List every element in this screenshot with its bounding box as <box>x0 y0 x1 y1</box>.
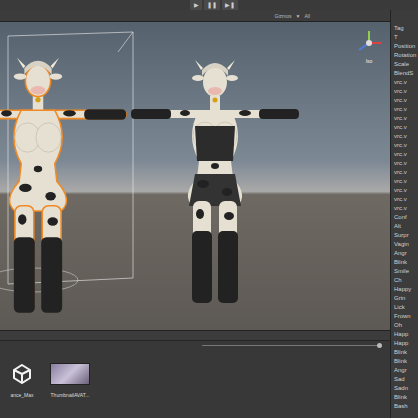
toolbar-button[interactable]: ❚❚ <box>204 0 220 10</box>
inspector-row[interactable]: vrc.v <box>391 114 418 123</box>
thumbnail-icon <box>50 363 90 385</box>
axis-gizmo-icon[interactable] <box>354 28 384 58</box>
unity-logo-icon <box>11 363 33 385</box>
inspector-row[interactable]: Frown <box>391 312 418 321</box>
toolbar-button[interactable]: ▶❚ <box>222 0 238 10</box>
inspector-row[interactable]: vrc.v <box>391 195 418 204</box>
scene-viewport[interactable]: Iso <box>0 22 390 330</box>
inspector-row[interactable]: vrc.v <box>391 204 418 213</box>
toolbar-button[interactable]: ▶ <box>190 0 202 10</box>
inspector-row[interactable]: vrc.v <box>391 159 418 168</box>
project-panel: ance_Max ThumbnailAVAT... <box>0 330 390 418</box>
inspector-row[interactable]: Ch <box>391 276 418 285</box>
inspector-row[interactable]: Surpr <box>391 231 418 240</box>
inspector-row[interactable]: Conf <box>391 213 418 222</box>
zoom-slider[interactable] <box>202 345 382 346</box>
inspector-row[interactable]: Scale <box>391 60 418 69</box>
inspector-row[interactable]: T <box>391 33 418 42</box>
inspector-row[interactable]: vrc.v <box>391 78 418 87</box>
inspector-row[interactable]: Alt <box>391 222 418 231</box>
inspector-row[interactable]: vrc.v <box>391 105 418 114</box>
asset-item[interactable]: ance_Max <box>0 363 44 399</box>
inspector-row[interactable]: Lick <box>391 303 418 312</box>
inspector-row[interactable]: Bash <box>391 402 418 411</box>
inspector-row[interactable]: vrc.v <box>391 87 418 96</box>
inspector-row[interactable]: vrc.v <box>391 123 418 132</box>
inspector-row[interactable]: BlendS <box>391 69 418 78</box>
inspector-row[interactable]: Rotation <box>391 51 418 60</box>
inspector-row[interactable]: Happy <box>391 285 418 294</box>
avatar-model[interactable] <box>131 60 299 303</box>
inspector-row[interactable]: Blink <box>391 393 418 402</box>
inspector-row[interactable]: Oh <box>391 321 418 330</box>
inspector-row[interactable]: vrc.v <box>391 186 418 195</box>
inspector-row[interactable]: vrc.v <box>391 177 418 186</box>
inspector-panel: TagTPositionRotationScaleBlendSvrc.vvrc.… <box>390 10 418 418</box>
inspector-row[interactable]: vrc.v <box>391 96 418 105</box>
asset-label: ThumbnailAVAT... <box>51 391 90 399</box>
inspector-row[interactable]: Grin <box>391 294 418 303</box>
inspector-row[interactable]: Sad <box>391 375 418 384</box>
inspector-row[interactable]: Blink <box>391 357 418 366</box>
asset-item[interactable]: ThumbnailAVAT... <box>48 363 92 399</box>
orientation-gizmo[interactable]: Iso <box>352 28 386 66</box>
inspector-row[interactable]: Angr <box>391 249 418 258</box>
inspector-row[interactable]: Vagin <box>391 240 418 249</box>
inspector-row[interactable]: vrc.v <box>391 168 418 177</box>
inspector-row[interactable]: Position <box>391 42 418 51</box>
inspector-row[interactable]: Sadn <box>391 384 418 393</box>
inspector-row[interactable]: Angr <box>391 366 418 375</box>
inspector-row[interactable]: Happ <box>391 330 418 339</box>
inspector-row[interactable]: vrc.v <box>391 150 418 159</box>
scene-tab[interactable]: ▼ <box>295 10 300 22</box>
inspector-row[interactable]: Smile <box>391 267 418 276</box>
inspector-row[interactable]: vrc.v <box>391 141 418 150</box>
asset-label: ance_Max <box>10 391 33 399</box>
scene-tab[interactable]: Gizmos <box>275 10 292 22</box>
inspector-row[interactable]: vrc.v <box>391 132 418 141</box>
avatar-model[interactable] <box>0 58 126 313</box>
inspector-row[interactable]: Blink <box>391 348 418 357</box>
scene-tab-bar: Gizmos▼ All <box>0 10 390 22</box>
toolbar: ▶❚❚▶❚ <box>0 0 418 10</box>
inspector-row[interactable]: Tag <box>391 24 418 33</box>
inspector-row[interactable]: Blink <box>391 258 418 267</box>
inspector-row[interactable]: Happ <box>391 339 418 348</box>
scene-tab[interactable]: All <box>304 10 310 22</box>
